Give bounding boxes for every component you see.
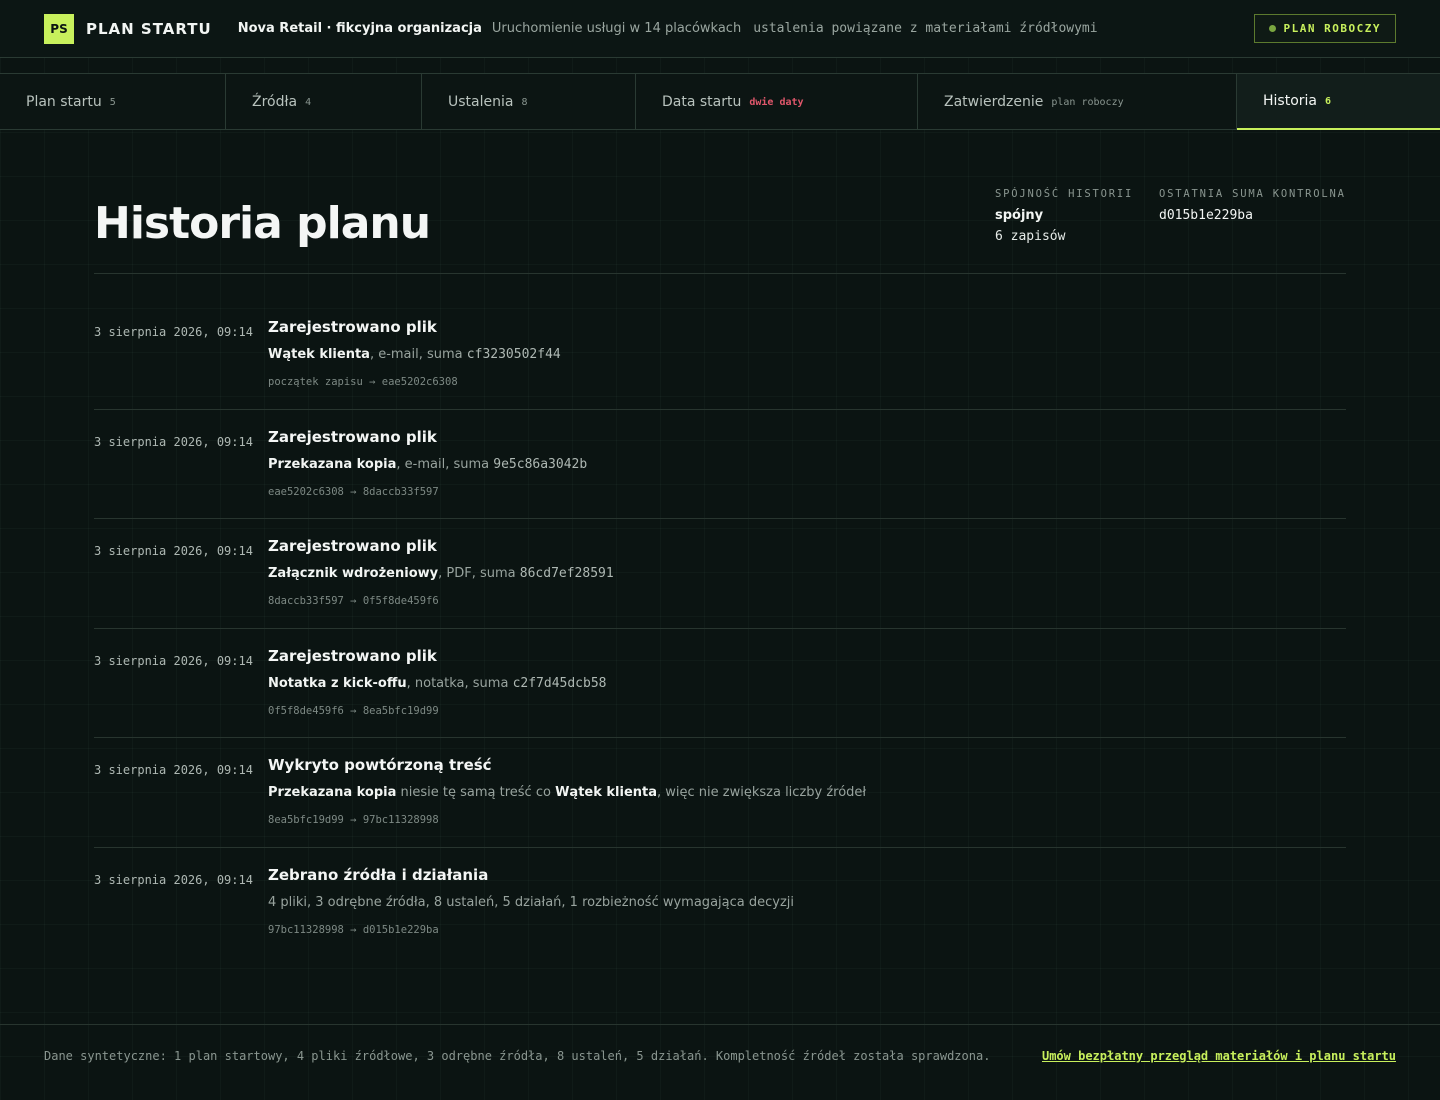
tab-count: 4 (305, 96, 312, 108)
consistency-label: SPÓJNOŚĆ HISTORII (995, 188, 1134, 200)
description-text: niesie tę samą treść co (396, 785, 556, 800)
entry-description: Wątek klienta, e-mail, suma cf3230502f44 (268, 347, 561, 362)
header-strip (0, 58, 1440, 74)
entry-title: Zarejestrowano plik (268, 428, 437, 446)
tab-label: Ustalenia (448, 94, 514, 110)
tab-count: 5 (109, 96, 116, 108)
tab-label: Data startu (662, 94, 742, 110)
status-dot-icon (1268, 25, 1276, 32)
history-consistency: SPÓJNOŚĆ HISTORII spójny 6 zapisów (995, 188, 1133, 244)
page-title: Historia planu (94, 198, 431, 249)
file-name: Przekazana kopia (268, 457, 397, 472)
hash-chain: eae5202c6308 → 8daccb33f597 (268, 486, 439, 498)
entry-title: Zarejestrowano plik (268, 647, 437, 665)
tab-count: 6 (1325, 95, 1332, 107)
logo-badge[interactable]: PS (44, 13, 74, 44)
history-entry: 3 sierpnia 2026, 09:14 Zarejestrowano pl… (94, 418, 1346, 528)
entry-description: Notatka z kick-offu, notatka, suma c2f7d… (268, 676, 606, 691)
record-count: 6 zapisów (995, 229, 1066, 244)
tab-count: plan roboczy (1051, 96, 1124, 108)
divider (94, 273, 1346, 274)
history-entry: 3 sierpnia 2026, 09:14 Wykryto powtórzon… (94, 746, 1346, 856)
divider (94, 737, 1346, 738)
entry-date: 3 sierpnia 2026, 09:14 (94, 325, 253, 339)
entry-title: Zarejestrowano plik (268, 537, 437, 555)
entry-title: Zarejestrowano plik (268, 318, 437, 336)
file-name: Notatka z kick-offu (268, 676, 407, 691)
checksum-label: OSTATNIA SUMA KONTROLNA (1159, 188, 1346, 200)
footer-summary: Dane syntetyczne: 1 plan startowy, 4 pli… (44, 1049, 991, 1063)
file-hash: c2f7d45dcb58 (512, 676, 607, 691)
tab-label: Historia (1263, 93, 1317, 109)
entry-date: 3 sierpnia 2026, 09:14 (94, 544, 253, 558)
file-hash: 9e5c86a3042b (493, 457, 588, 472)
review-booking-link[interactable]: Umów bezpłatny przegląd materiałów i pla… (1042, 1049, 1396, 1063)
tab-historia[interactable]: Historia 6 (1237, 74, 1440, 130)
app-title[interactable]: PLAN STARTU (86, 20, 212, 38)
project-description: ustalenia powiązane z materiałami źródło… (753, 21, 1098, 36)
plan-status-label: PLAN ROBOCZY (1283, 22, 1381, 35)
hash-chain: 0f5f8de459f6 → 8ea5bfc19d99 (268, 705, 439, 717)
divider (94, 847, 1346, 848)
plan-status-badge[interactable]: PLAN ROBOCZY (1253, 14, 1396, 43)
tab-data-startu[interactable]: Data startu dwie daty (636, 74, 918, 130)
file-kind: , e-mail, suma (396, 457, 494, 472)
file-hash: cf3230502f44 (466, 347, 561, 362)
entry-title: Wykryto powtórzoną treść (268, 756, 492, 774)
entry-title: Zebrano źródła i działania (268, 866, 489, 884)
history-entry: 3 sierpnia 2026, 09:14 Zebrano źródła i … (94, 856, 1346, 966)
tab-zrodla[interactable]: Źródła 4 (226, 74, 422, 130)
divider (94, 409, 1346, 410)
hash-chain: 8ea5bfc19d99 → 97bc11328998 (268, 814, 439, 826)
file-kind: , PDF, suma (438, 566, 520, 581)
page-footer: Dane syntetyczne: 1 plan startowy, 4 pli… (0, 1024, 1440, 1100)
organization-name: Nova Retail · fikcyjna organizacja (237, 21, 482, 36)
tab-zatwierdzenie[interactable]: Zatwierdzenie plan roboczy (918, 74, 1237, 130)
consistency-value: spójny (995, 208, 1044, 223)
history-entry: 3 sierpnia 2026, 09:14 Zarejestrowano pl… (94, 637, 1346, 747)
history-entry: 3 sierpnia 2026, 09:14 Zarejestrowano pl… (94, 308, 1346, 418)
tab-label: Plan startu (26, 94, 102, 110)
entry-description: Przekazana kopia niesie tę samą treść co… (268, 785, 866, 800)
file-kind: , e-mail, suma (369, 347, 467, 362)
hash-chain: 8daccb33f597 → 0f5f8de459f6 (268, 595, 439, 607)
tab-warning-badge: dwie daty (749, 96, 804, 108)
description-text: , więc nie zwiększa liczby źródeł (657, 785, 867, 800)
entry-date: 3 sierpnia 2026, 09:14 (94, 654, 253, 668)
entry-description: Załącznik wdrożeniowy, PDF, suma 86cd7ef… (268, 566, 614, 581)
history-entry: 3 sierpnia 2026, 09:14 Zarejestrowano pl… (94, 527, 1346, 637)
entry-date: 3 sierpnia 2026, 09:14 (94, 435, 253, 449)
file-name: Wątek klienta (555, 785, 658, 800)
divider (94, 518, 1346, 519)
entry-description: Przekazana kopia, e-mail, suma 9e5c86a30… (268, 457, 587, 472)
last-checksum: OSTATNIA SUMA KONTROLNA d015b1e229ba (1159, 188, 1346, 223)
tab-label: Źródła (252, 94, 298, 110)
file-kind: , notatka, suma (406, 676, 513, 691)
file-name: Wątek klienta (268, 347, 370, 362)
tab-ustalenia[interactable]: Ustalenia 8 (422, 74, 636, 130)
tab-count: 8 (521, 96, 528, 108)
checksum-value: d015b1e229ba (1159, 208, 1253, 223)
tab-plan-startu[interactable]: Plan startu 5 (0, 74, 226, 130)
file-name: Załącznik wdrożeniowy (268, 566, 439, 581)
divider (94, 628, 1346, 629)
file-name: Przekazana kopia (268, 785, 397, 800)
hash-chain: początek zapisu → eae5202c6308 (268, 376, 458, 388)
entry-description: 4 pliki, 3 odrębne źródła, 8 ustaleń, 5 … (268, 895, 794, 910)
hash-chain: 97bc11328998 → d015b1e229ba (268, 924, 439, 936)
tab-label: Zatwierdzenie (944, 94, 1044, 110)
project-subtitle: Uruchomienie usługi w 14 placówkach (491, 21, 742, 36)
file-hash: 86cd7ef28591 (519, 566, 614, 581)
entry-date: 3 sierpnia 2026, 09:14 (94, 873, 253, 887)
tab-bar: Plan startu 5 Źródła 4 Ustalenia 8 Data … (0, 74, 1440, 130)
app-header: PS PLAN STARTU Nova Retail · fikcyjna or… (0, 0, 1440, 58)
entry-date: 3 sierpnia 2026, 09:14 (94, 763, 253, 777)
